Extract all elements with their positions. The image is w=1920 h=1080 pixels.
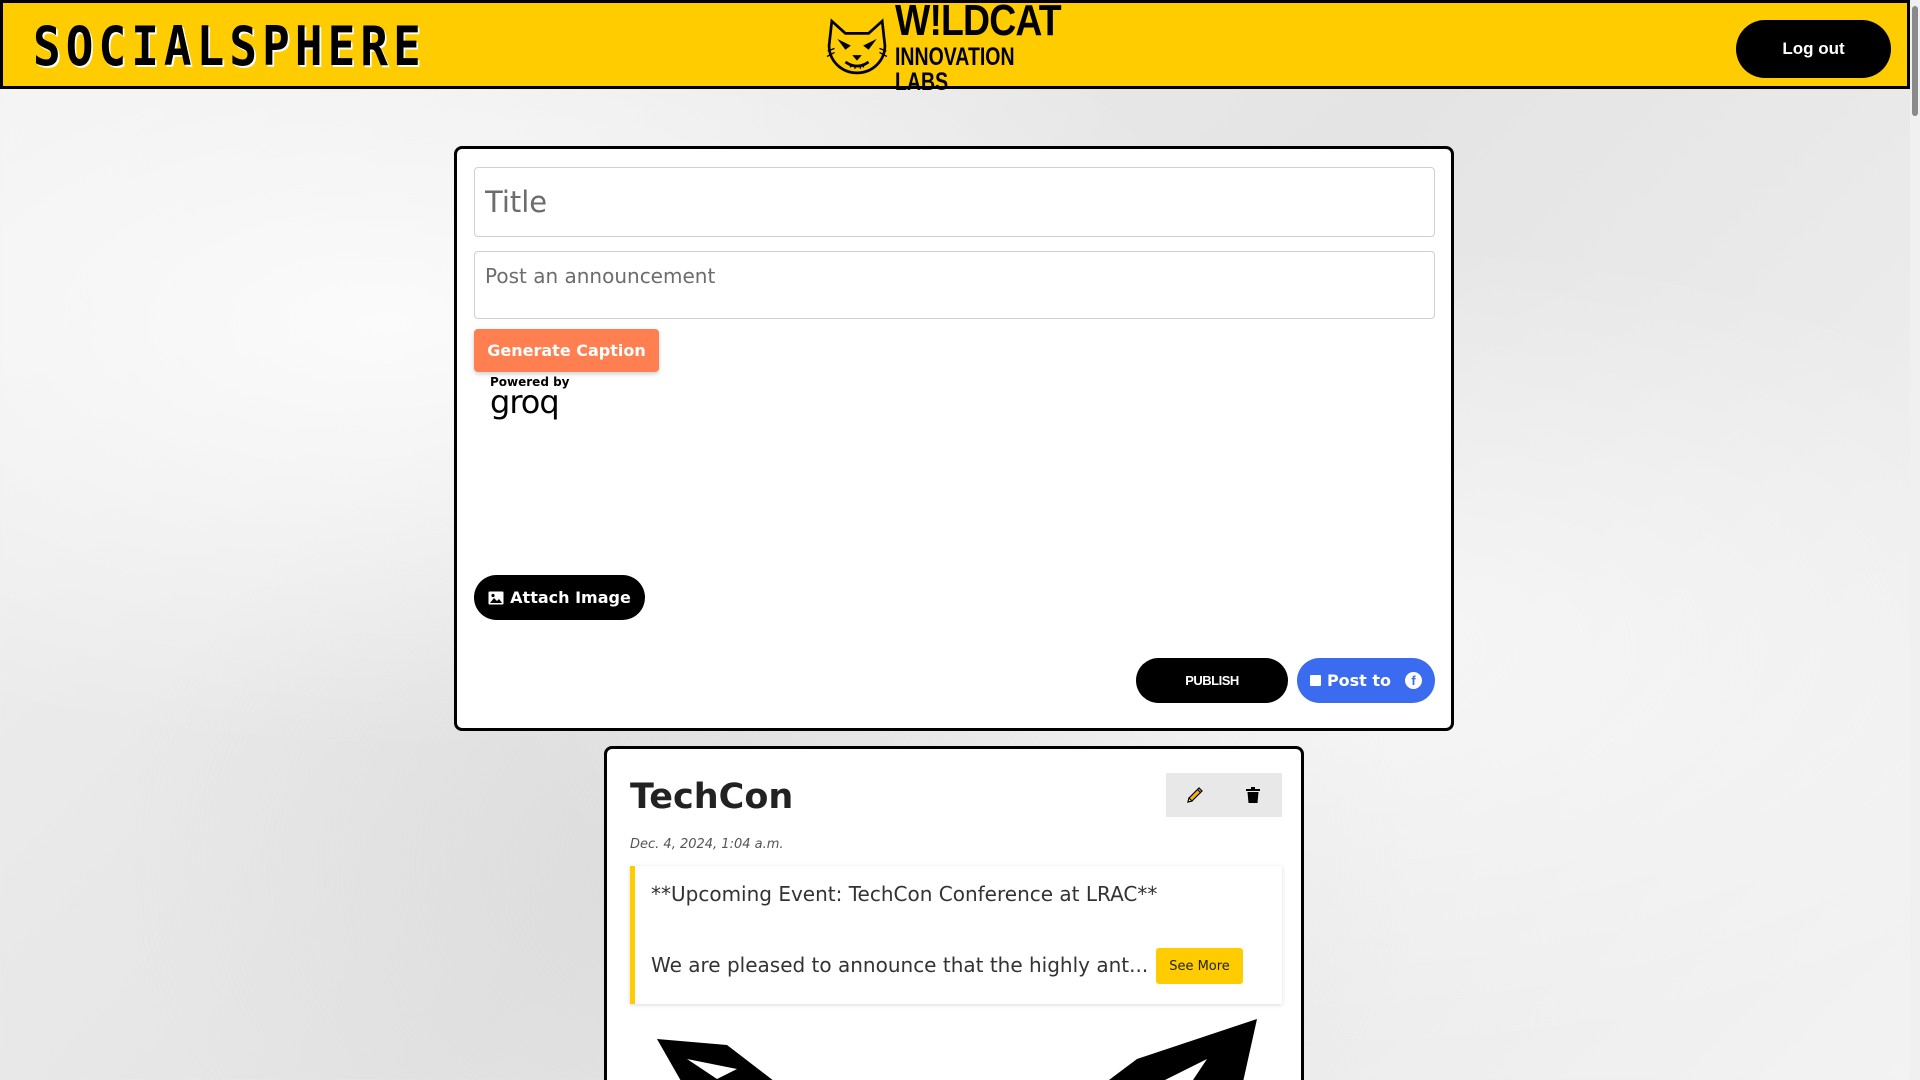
- announcement-input[interactable]: [474, 251, 1435, 319]
- page-scrollbar[interactable]: [1910, 0, 1920, 1080]
- post-title: TechCon: [630, 777, 794, 817]
- facebook-icon: f: [1405, 672, 1423, 689]
- pencil-icon: [1187, 787, 1203, 803]
- logout-button[interactable]: Log out: [1736, 20, 1891, 78]
- post-body: **Upcoming Event: TechCon Conference at …: [630, 866, 1282, 1004]
- logo-subtitle: INNOVATION LABS: [895, 43, 1015, 96]
- groq-logo: groq: [490, 383, 560, 421]
- post-composer: Generate Caption Powered by groq Attach …: [454, 146, 1454, 731]
- post-date: Dec. 4, 2024, 1:04 a.m.: [630, 837, 784, 852]
- image-icon: [488, 591, 504, 604]
- see-more-button[interactable]: See More: [1156, 948, 1243, 984]
- post-body-excerpt: We are pleased to announce that the high…: [651, 953, 1149, 977]
- generate-caption-button[interactable]: Generate Caption: [474, 329, 659, 372]
- attach-image-label: Attach Image: [510, 588, 631, 607]
- title-input[interactable]: [474, 167, 1435, 237]
- publish-button[interactable]: PUBLISH: [1136, 658, 1288, 703]
- wildcat-icon: [826, 18, 888, 75]
- app-brand[interactable]: SOCIALSPHERE: [33, 15, 426, 78]
- delete-post-button[interactable]: [1224, 773, 1282, 817]
- post-body-heading: **Upcoming Event: TechCon Conference at …: [651, 882, 1158, 906]
- logo-title: W!LDCAT: [895, 0, 1062, 45]
- post-to-facebook-button[interactable]: Post to f: [1297, 658, 1435, 703]
- post-to-label: Post to: [1326, 671, 1392, 690]
- edit-post-button[interactable]: [1166, 773, 1224, 817]
- attach-image-button[interactable]: Attach Image: [474, 575, 645, 620]
- post-image: [657, 1019, 1257, 1080]
- wildcat-logo: W!LDCAT INNOVATION LABS: [825, 0, 1090, 95]
- scrollbar-thumb[interactable]: [1912, 6, 1918, 116]
- powered-by-groq: Powered by groq: [490, 376, 570, 418]
- post-card: TechCon Dec. 4, 2024, 1:04 a.m. **Upcomi…: [604, 746, 1304, 1080]
- checkbox-icon[interactable]: [1309, 675, 1321, 686]
- trash-icon: [1246, 787, 1260, 803]
- top-header: SOCIALSPHERE W!LDCAT INNOVATION LABS Log…: [0, 0, 1910, 95]
